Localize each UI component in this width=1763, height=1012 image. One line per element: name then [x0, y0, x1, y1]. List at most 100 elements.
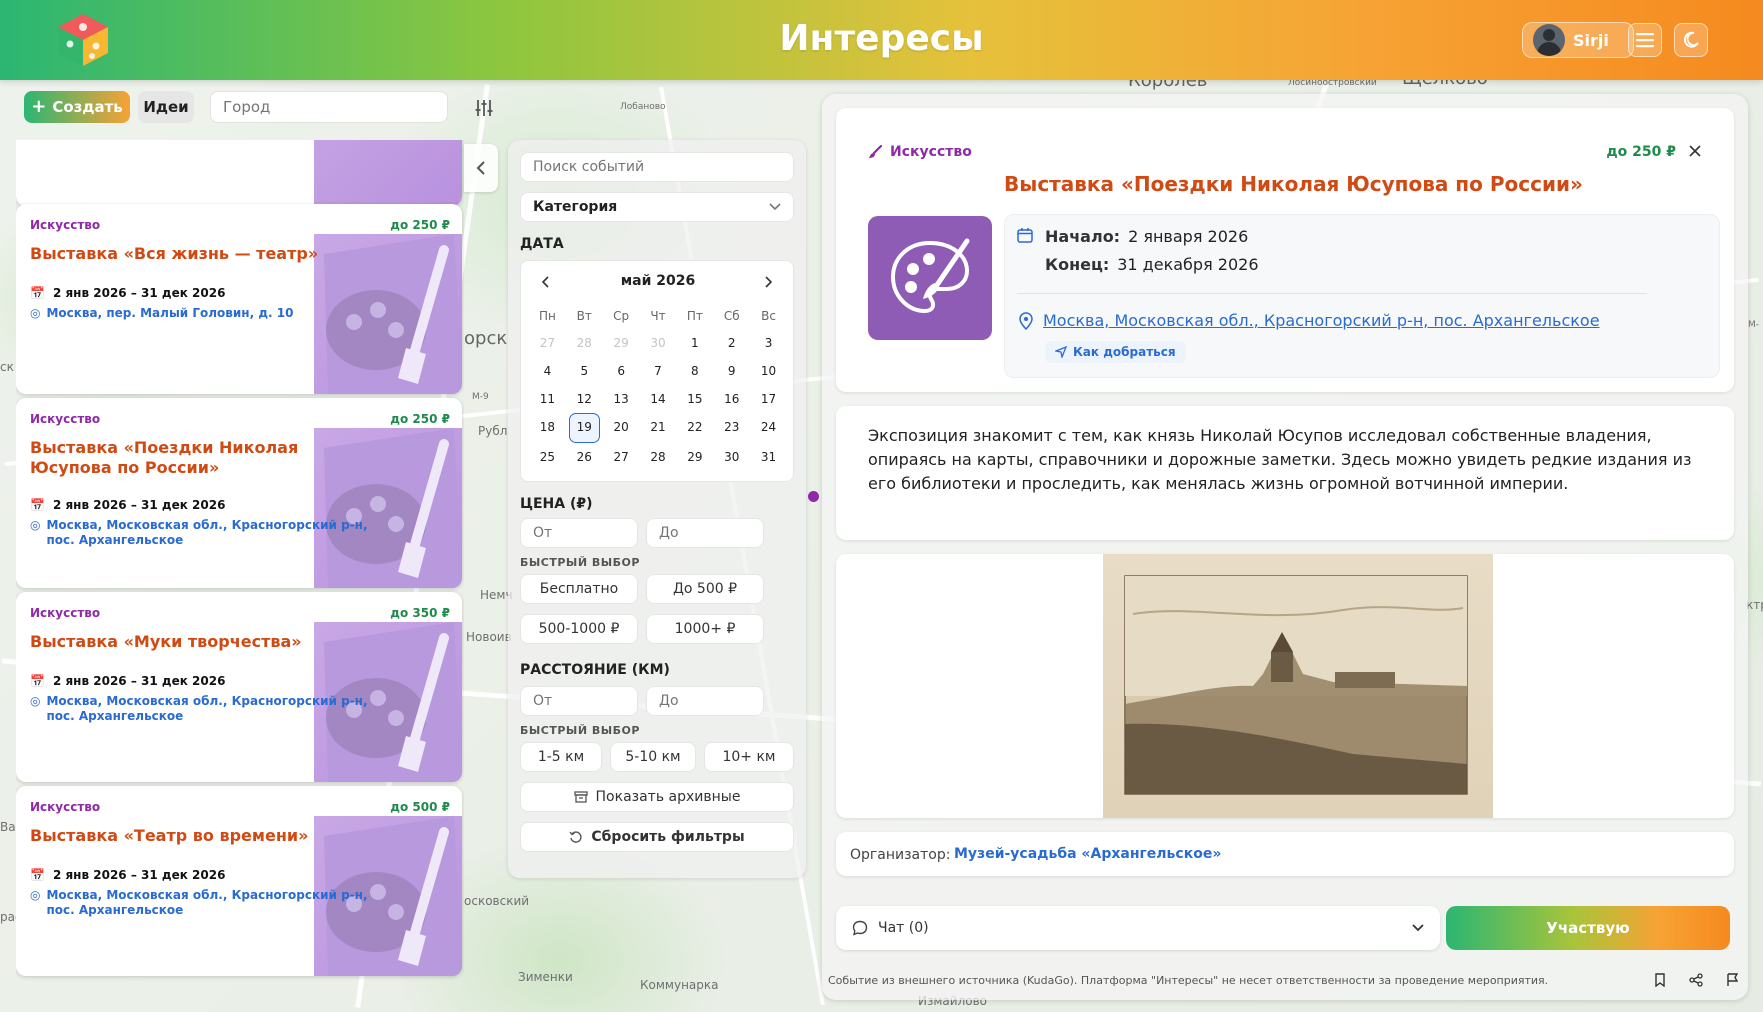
- calendar-icon: 📅: [30, 868, 45, 882]
- calendar-day[interactable]: 10: [750, 357, 787, 385]
- event-title[interactable]: Выставка «Муки творчества»: [30, 632, 360, 652]
- map-marker[interactable]: [808, 491, 819, 502]
- calendar-day[interactable]: 14: [640, 385, 677, 413]
- calendar-day[interactable]: 31: [750, 443, 787, 471]
- calendar-day[interactable]: 8: [676, 357, 713, 385]
- show-archived-button[interactable]: Показать архивные: [520, 782, 794, 812]
- detail-address-link[interactable]: Москва, Московская обл., Красногорский р…: [1019, 311, 1600, 330]
- price-from-input[interactable]: [520, 518, 638, 548]
- date-heading: ДАТА: [520, 236, 564, 252]
- app-header: Интересы Sirji: [0, 0, 1763, 80]
- participate-button[interactable]: Участвую: [1446, 906, 1730, 950]
- calendar-day[interactable]: 21: [640, 413, 677, 441]
- calendar-day[interactable]: 9: [713, 357, 750, 385]
- event-card[interactable]: Искусство до 250 ₽ Выставка «Вся жизнь —…: [16, 204, 462, 394]
- distance-chip-1-5[interactable]: 1-5 км: [520, 742, 602, 772]
- event-dates-text: 2 янв 2026 – 31 дек 2026: [52, 674, 226, 688]
- organizer-link[interactable]: Музей-усадьба «Архангельское»: [954, 846, 1221, 862]
- calendar-weekday: Пн: [538, 309, 556, 323]
- bookmark-button[interactable]: [1650, 970, 1670, 990]
- calendar-day[interactable]: 3: [750, 329, 787, 357]
- calendar-day[interactable]: 6: [603, 357, 640, 385]
- calendar-day[interactable]: 28: [640, 443, 677, 471]
- event-card[interactable]: Искусство до 250 ₽ Выставка «Поездки Ник…: [16, 398, 462, 588]
- close-detail-button[interactable]: [1684, 140, 1706, 162]
- calendar-day[interactable]: 16: [713, 385, 750, 413]
- event-price: до 350 ₽: [390, 606, 450, 620]
- distance-to-input[interactable]: [646, 686, 764, 716]
- event-address[interactable]: ◎ Москва, Московская обл., Красногорский …: [30, 888, 370, 918]
- calendar-day[interactable]: 13: [603, 385, 640, 413]
- calendar-day[interactable]: 27: [529, 329, 566, 357]
- detail-category-text: Искусство: [890, 144, 972, 160]
- event-card[interactable]: Искусство до 350 ₽ Выставка «Муки творче…: [16, 592, 462, 782]
- calendar-day[interactable]: 28: [566, 329, 603, 357]
- filter-settings-button[interactable]: [470, 94, 498, 122]
- event-address[interactable]: ◎ Москва, пер. Малый Головин, д. 10: [30, 306, 370, 321]
- calendar-day[interactable]: 11: [529, 385, 566, 413]
- calendar-icon: 📅: [30, 498, 45, 512]
- price-chip-1000-plus[interactable]: 1000+ ₽: [646, 614, 764, 644]
- event-card[interactable]: [16, 140, 462, 206]
- price-to-input[interactable]: [646, 518, 764, 548]
- category-select[interactable]: Категория: [520, 192, 794, 222]
- calendar-day[interactable]: 18: [529, 413, 566, 441]
- distance-from-input[interactable]: [520, 686, 638, 716]
- theme-toggle-button[interactable]: [1674, 23, 1708, 57]
- event-title[interactable]: Выставка «Театр во времени»: [30, 826, 360, 846]
- location-pin-icon: ◎: [30, 694, 41, 708]
- calendar-day-selected[interactable]: 19: [568, 413, 600, 443]
- ideas-button[interactable]: Идеи: [138, 91, 194, 123]
- event-title[interactable]: Выставка «Поездки Николая Юсупова по Рос…: [30, 438, 360, 478]
- share-button[interactable]: [1686, 970, 1706, 990]
- event-price: до 250 ₽: [390, 412, 450, 426]
- event-list[interactable]: Искусство до 250 ₽ Выставка «Вся жизнь —…: [16, 140, 464, 1002]
- event-title[interactable]: Выставка «Вся жизнь — театр»: [30, 244, 360, 264]
- calendar-day[interactable]: 30: [713, 443, 750, 471]
- calendar-day[interactable]: 22: [676, 413, 713, 441]
- calendar-day[interactable]: 20: [603, 413, 640, 441]
- calendar-day[interactable]: 17: [750, 385, 787, 413]
- calendar-day[interactable]: 29: [676, 443, 713, 471]
- distance-chip-10-plus[interactable]: 10+ км: [704, 742, 794, 772]
- event-card[interactable]: Искусство до 500 ₽ Выставка «Театр во вр…: [16, 786, 462, 976]
- calendar-day[interactable]: 23: [713, 413, 750, 441]
- create-button[interactable]: + Создать: [24, 91, 130, 123]
- directions-button[interactable]: Как добраться: [1045, 341, 1186, 363]
- calendar-day[interactable]: 7: [640, 357, 677, 385]
- calendar-next-button[interactable]: [757, 271, 779, 293]
- menu-button[interactable]: [1628, 23, 1662, 57]
- chat-toggle[interactable]: Чат (0): [836, 906, 1440, 950]
- event-address[interactable]: ◎ Москва, Московская обл., Красногорский …: [30, 518, 370, 548]
- price-chip-free[interactable]: Бесплатно: [520, 574, 638, 604]
- calendar-day[interactable]: 2: [713, 329, 750, 357]
- event-schedule-box: Начало: 2 января 2026 Конец: 31 декабря 20…: [1004, 214, 1720, 378]
- reset-filters-button[interactable]: Сбросить фильтры: [520, 822, 794, 852]
- calendar-day[interactable]: 29: [603, 329, 640, 357]
- event-dates-text: 2 янв 2026 – 31 дек 2026: [52, 868, 226, 882]
- collapse-list-button[interactable]: [464, 144, 498, 192]
- calendar-day[interactable]: 27: [603, 443, 640, 471]
- event-category: Искусство: [30, 606, 101, 620]
- report-button[interactable]: [1722, 970, 1742, 990]
- event-address[interactable]: ◎ Москва, Московская обл., Красногорский …: [30, 694, 370, 724]
- calendar-day[interactable]: 26: [566, 443, 603, 471]
- calendar-day[interactable]: 30: [640, 329, 677, 357]
- event-address-text: Москва, пер. Малый Головин, д. 10: [46, 306, 294, 320]
- calendar-day[interactable]: 5: [566, 357, 603, 385]
- distance-chip-5-10[interactable]: 5-10 км: [610, 742, 696, 772]
- calendar-day[interactable]: 12: [566, 385, 603, 413]
- event-thumbnail: [314, 140, 462, 206]
- calendar-day[interactable]: 25: [529, 443, 566, 471]
- event-price: до 500 ₽: [390, 800, 450, 814]
- event-search-input[interactable]: [520, 152, 794, 182]
- user-menu[interactable]: Sirji: [1522, 22, 1634, 58]
- price-chip-500-1000[interactable]: 500-1000 ₽: [520, 614, 638, 644]
- price-chip-under-500[interactable]: До 500 ₽: [646, 574, 764, 604]
- calendar-icon: 📅: [30, 286, 45, 300]
- city-input[interactable]: [210, 91, 448, 123]
- calendar-day[interactable]: 4: [529, 357, 566, 385]
- calendar-day[interactable]: 1: [676, 329, 713, 357]
- calendar-day[interactable]: 24: [750, 413, 787, 441]
- calendar-day[interactable]: 15: [676, 385, 713, 413]
